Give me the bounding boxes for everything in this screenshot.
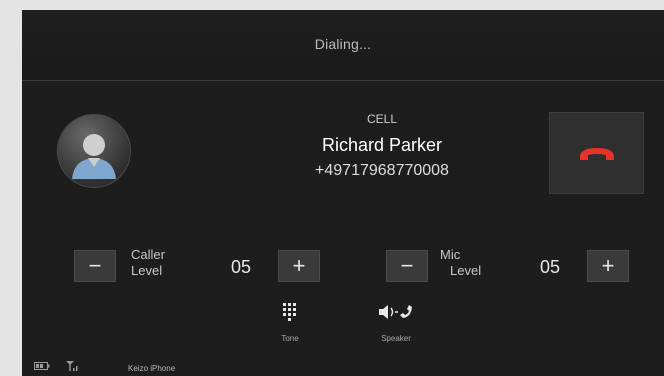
speaker-button[interactable]: Speaker	[368, 303, 424, 343]
caller-level-value: 05	[231, 257, 252, 277]
speaker-label: Speaker	[381, 334, 411, 343]
battery-icon	[34, 362, 50, 370]
mic-level-decrease-button[interactable]: −	[386, 250, 428, 282]
hang-up-icon	[579, 148, 614, 160]
tone-button[interactable]: Tone	[270, 303, 310, 343]
phone-screen: Dialing... CELL Richard Parker +49717968…	[22, 10, 664, 376]
mic-level-label-line2: Level	[450, 263, 482, 278]
call-status-title: Dialing...	[314, 36, 372, 52]
caller-level-label-line2: Level	[131, 263, 163, 278]
caller-level-label-line1: Caller	[131, 247, 165, 262]
caller-level-increase-button[interactable]: +	[278, 250, 320, 282]
phone-type-label: CELL	[366, 112, 398, 126]
person-icon	[72, 134, 116, 179]
speaker-phone-icon	[379, 305, 412, 319]
mic-level-increase-button[interactable]: +	[587, 250, 629, 282]
phone-number: +49717968770008	[315, 162, 449, 179]
hang-up-button[interactable]	[549, 112, 644, 194]
header-bar: Dialing...	[22, 10, 664, 81]
mic-level-value: 05	[540, 257, 561, 277]
contact-name: Richard Parker	[321, 135, 443, 155]
keypad-icon	[283, 303, 296, 321]
tone-label: Tone	[281, 334, 299, 343]
mic-level-label-line1: Mic	[440, 247, 461, 262]
caller-info: CELL Richard Parker +49717968770008	[244, 111, 520, 183]
caller-level-decrease-button[interactable]: −	[74, 250, 116, 282]
contact-avatar	[57, 114, 131, 188]
device-name: Keizo iPhone	[128, 364, 176, 373]
signal-icon	[66, 361, 78, 371]
